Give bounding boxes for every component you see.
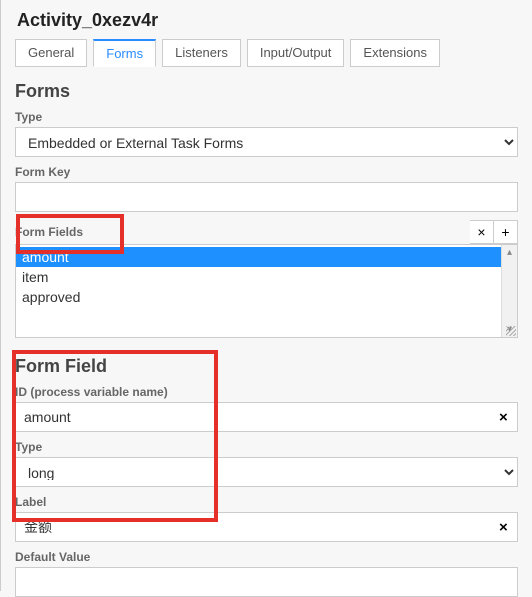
tab-listeners[interactable]: Listeners xyxy=(162,39,241,67)
label-input[interactable] xyxy=(15,512,490,542)
id-label: ID (process variable name) xyxy=(15,385,518,399)
resize-handle[interactable] xyxy=(506,326,516,336)
tab-general[interactable]: General xyxy=(15,39,87,67)
type-label: Type xyxy=(15,110,518,124)
close-icon: × xyxy=(477,225,485,239)
tab-forms[interactable]: Forms xyxy=(93,39,156,67)
plus-icon: + xyxy=(501,225,509,239)
clear-label-button[interactable]: × xyxy=(490,512,518,542)
form-fields-label: Form Fields xyxy=(15,225,470,239)
list-item[interactable]: item xyxy=(16,267,501,287)
form-fields-scroll[interactable]: amount item approved xyxy=(16,245,501,337)
form-key-input[interactable] xyxy=(15,182,518,212)
add-field-button[interactable]: + xyxy=(494,220,518,244)
list-item[interactable]: amount xyxy=(16,247,501,267)
properties-panel: Activity_0xezv4r General Forms Listeners… xyxy=(0,0,532,591)
default-value-label: Default Value xyxy=(15,550,518,564)
clear-id-button[interactable]: × xyxy=(490,402,518,432)
chevron-up-icon: ▴ xyxy=(507,247,512,258)
field-type-label: Type xyxy=(15,440,518,454)
form-type-select[interactable]: Embedded or External Task Forms xyxy=(15,127,518,157)
label-label: Label xyxy=(15,495,518,509)
field-type-select[interactable]: long xyxy=(15,457,518,487)
scrollbar[interactable]: ▴ ▾ xyxy=(501,245,517,337)
activity-title: Activity_0xezv4r xyxy=(15,0,518,39)
tab-bar: General Forms Listeners Input/Output Ext… xyxy=(15,39,518,67)
form-fields-list: amount item approved ▴ ▾ xyxy=(15,244,518,338)
forms-section-heading: Forms xyxy=(15,81,518,102)
default-value-input[interactable] xyxy=(15,567,518,597)
list-item[interactable]: approved xyxy=(16,287,501,307)
form-key-label: Form Key xyxy=(15,165,518,179)
tab-extensions[interactable]: Extensions xyxy=(350,39,440,67)
form-field-section-heading: Form Field xyxy=(15,356,518,377)
remove-field-button[interactable]: × xyxy=(470,220,494,244)
close-icon: × xyxy=(499,409,508,426)
id-input[interactable] xyxy=(15,402,490,432)
close-icon: × xyxy=(499,519,508,536)
tab-input-output[interactable]: Input/Output xyxy=(247,39,345,67)
